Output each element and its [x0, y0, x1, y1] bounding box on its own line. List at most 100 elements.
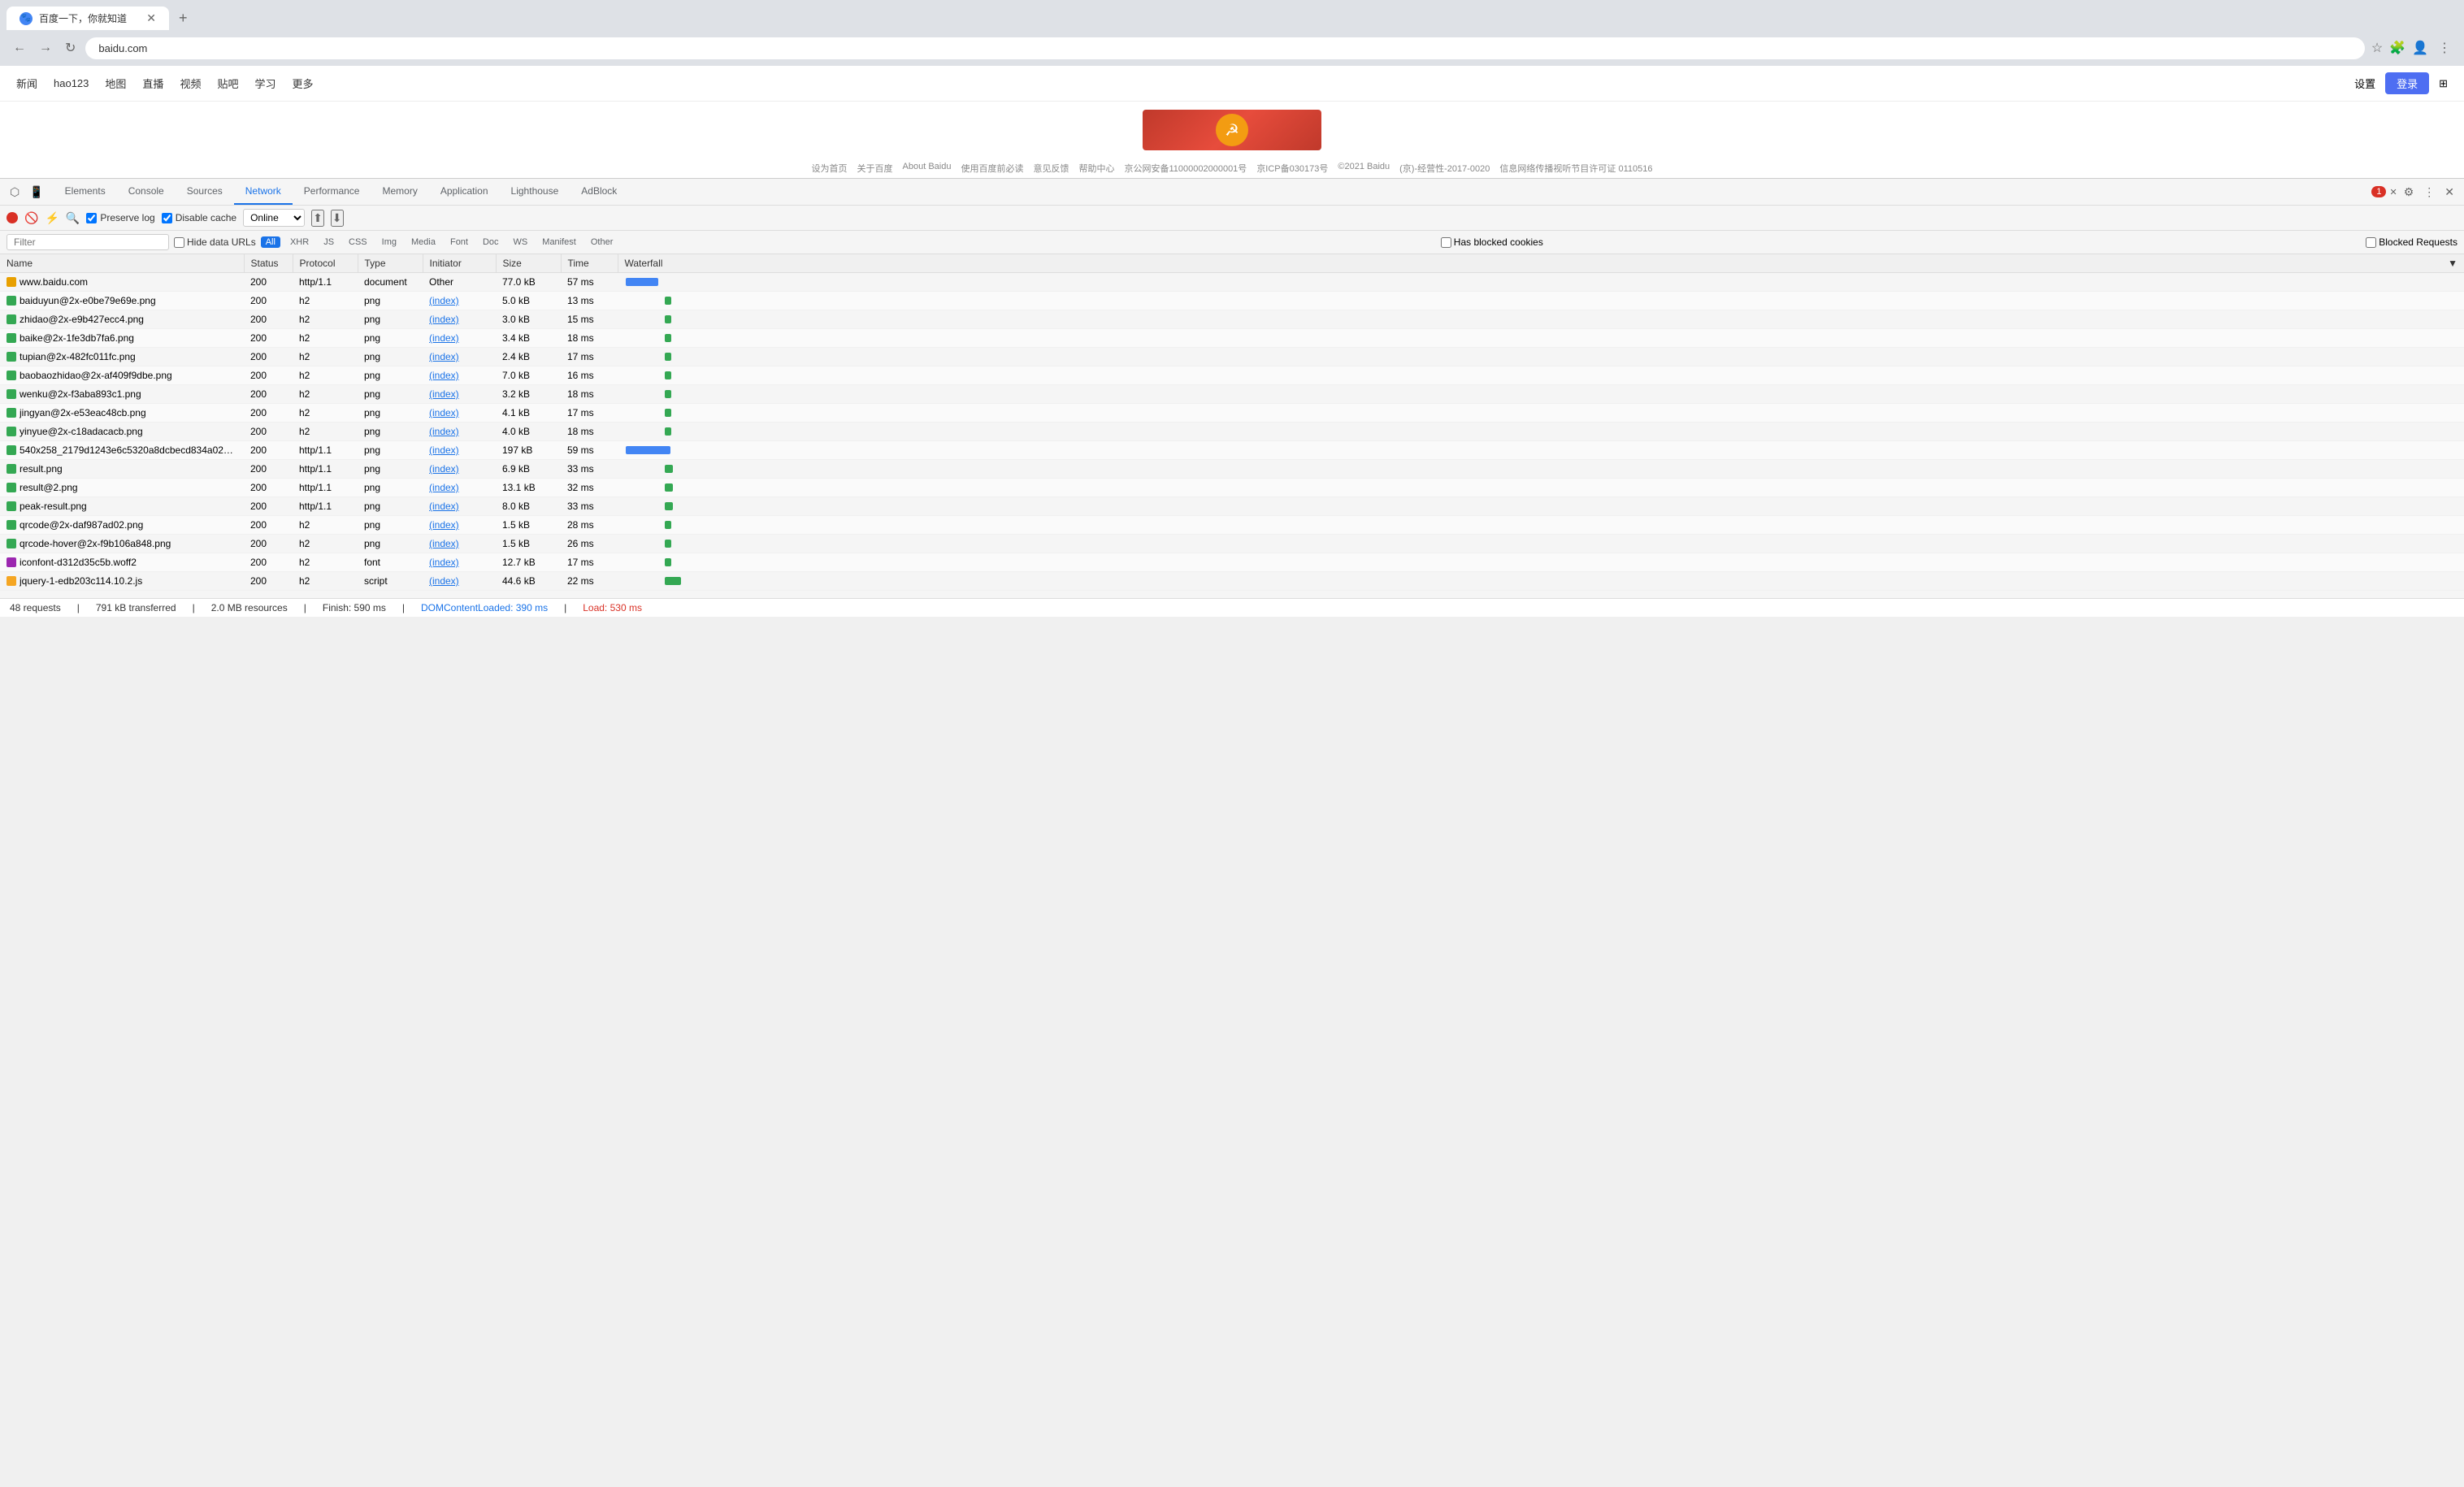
baidu-settings[interactable]: 设置 — [2354, 76, 2375, 91]
tab-close-button[interactable]: ✕ — [146, 11, 156, 25]
reload-button[interactable]: ↻ — [62, 37, 79, 59]
footer-help[interactable]: 帮助中心 — [1078, 162, 1114, 175]
extensions-button[interactable]: 🧩 — [2389, 40, 2405, 56]
filter-input[interactable] — [7, 234, 169, 250]
header-type[interactable]: Type — [358, 254, 423, 273]
footer-about-en[interactable]: About Baidu — [903, 162, 952, 175]
search-button[interactable]: 🔍 — [66, 211, 80, 225]
more-tools-button[interactable]: ⋮ — [2420, 182, 2438, 202]
browser-tab-active[interactable]: 🐾 百度一下，你就知道 ✕ — [7, 7, 169, 30]
tab-lighthouse[interactable]: Lighthouse — [500, 179, 570, 205]
hide-data-urls-checkbox[interactable] — [174, 237, 184, 248]
baidu-login-button[interactable]: 登录 — [2385, 72, 2429, 94]
filter-media-button[interactable]: Media — [406, 236, 440, 248]
nav-more[interactable]: 更多 — [292, 76, 313, 91]
initiator-link[interactable]: (index) — [429, 501, 459, 512]
header-status[interactable]: Status — [244, 254, 293, 273]
clear-button[interactable]: 🚫 — [24, 211, 38, 225]
table-row[interactable]: baobaozhidao@2x-af409f9dbe.png200h2png(i… — [0, 366, 2464, 385]
header-time[interactable]: Time — [561, 254, 618, 273]
filter-css-button[interactable]: CSS — [344, 236, 372, 248]
header-size[interactable]: Size — [496, 254, 561, 273]
filter-button[interactable]: ⚡ — [45, 211, 59, 225]
has-blocked-cookies-checkbox[interactable] — [1441, 237, 1451, 248]
initiator-link[interactable]: (index) — [429, 538, 459, 549]
table-row[interactable]: 540x258_2179d1243e6c5320a8dcbecd834a025d… — [0, 441, 2464, 460]
table-row[interactable]: qrcode@2x-daf987ad02.png200h2png(index)1… — [0, 516, 2464, 535]
hide-data-urls-label[interactable]: Hide data URLs — [174, 236, 256, 248]
table-row[interactable]: qrcode-hover@2x-f9b106a848.png200h2png(i… — [0, 535, 2464, 553]
initiator-link[interactable]: (index) — [429, 388, 459, 400]
has-blocked-cookies-label[interactable]: Has blocked cookies — [1441, 236, 1543, 248]
tab-adblock[interactable]: AdBlock — [570, 179, 628, 205]
footer-set-home[interactable]: 设为首页 — [812, 162, 848, 175]
footer-terms[interactable]: 使用百度前必读 — [961, 162, 1023, 175]
close-devtools-button[interactable]: ✕ — [2441, 182, 2457, 202]
initiator-link[interactable]: (index) — [429, 482, 459, 493]
table-row[interactable]: wenku@2x-f3aba893c1.png200h2png(index)3.… — [0, 385, 2464, 404]
nav-study[interactable]: 学习 — [254, 76, 275, 91]
filter-other-button[interactable]: Other — [586, 236, 618, 248]
initiator-link[interactable]: (index) — [429, 295, 459, 306]
tab-memory[interactable]: Memory — [371, 179, 428, 205]
tab-performance[interactable]: Performance — [293, 179, 371, 205]
throttling-select[interactable]: Online Fast 3G Slow 3G Offline — [243, 209, 305, 227]
export-har-button[interactable]: ⬇ — [331, 210, 344, 227]
table-row[interactable]: tupian@2x-482fc011fc.png200h2png(index)2… — [0, 348, 2464, 366]
filter-font-button[interactable]: Font — [445, 236, 473, 248]
new-tab-button[interactable]: + — [172, 7, 194, 30]
header-initiator[interactable]: Initiator — [423, 254, 496, 273]
tab-application[interactable]: Application — [429, 179, 500, 205]
initiator-link[interactable]: (index) — [429, 370, 459, 381]
header-waterfall[interactable]: Waterfall ▼ — [618, 254, 2464, 273]
nav-live[interactable]: 直播 — [142, 76, 163, 91]
header-protocol[interactable]: Protocol — [293, 254, 358, 273]
nav-map[interactable]: 地图 — [105, 76, 126, 91]
initiator-link[interactable]: (index) — [429, 332, 459, 344]
import-har-button[interactable]: ⬆ — [311, 210, 324, 227]
table-row[interactable]: jingyan@2x-e53eac48cb.png200h2png(index)… — [0, 404, 2464, 423]
table-row[interactable]: result.png200http/1.1png(index)6.9 kB33 … — [0, 460, 2464, 479]
filter-doc-button[interactable]: Doc — [478, 236, 504, 248]
table-row[interactable]: yinyue@2x-c18adacacb.png200h2png(index)4… — [0, 423, 2464, 441]
bookmark-button[interactable]: ☆ — [2371, 40, 2383, 56]
disable-cache-checkbox[interactable] — [162, 213, 172, 223]
preserve-log-label[interactable]: Preserve log — [86, 212, 154, 223]
nav-tieba[interactable]: 贴吧 — [217, 76, 238, 91]
table-row[interactable]: result@2.png200http/1.1png(index)13.1 kB… — [0, 479, 2464, 497]
filter-img-button[interactable]: Img — [377, 236, 401, 248]
filter-xhr-button[interactable]: XHR — [285, 236, 314, 248]
nav-hao123[interactable]: hao123 — [54, 77, 89, 89]
tab-sources[interactable]: Sources — [176, 179, 234, 205]
initiator-link[interactable]: (index) — [429, 444, 459, 456]
inspect-element-button[interactable]: ⬡ — [7, 182, 23, 202]
table-row[interactable]: baiduyun@2x-e0be79e69e.png200h2png(index… — [0, 292, 2464, 310]
filter-manifest-button[interactable]: Manifest — [537, 236, 581, 248]
nav-news[interactable]: 新闻 — [16, 76, 37, 91]
initiator-link[interactable]: (index) — [429, 557, 459, 568]
filter-js-button[interactable]: JS — [319, 236, 339, 248]
initiator-link[interactable]: (index) — [429, 407, 459, 418]
footer-about[interactable]: 关于百度 — [857, 162, 893, 175]
blocked-requests-checkbox[interactable] — [2366, 237, 2376, 248]
nav-video[interactable]: 视频 — [180, 76, 201, 91]
back-button[interactable]: ← — [10, 37, 29, 59]
table-row[interactable]: iconfont-d312d35c5b.woff2200h2font(index… — [0, 553, 2464, 572]
address-input[interactable] — [85, 37, 2364, 59]
tab-network[interactable]: Network — [234, 179, 293, 205]
initiator-link[interactable]: (index) — [429, 575, 459, 587]
initiator-link[interactable]: (index) — [429, 314, 459, 325]
initiator-link[interactable]: (index) — [429, 426, 459, 437]
device-toolbar-button[interactable]: 📱 — [26, 182, 46, 202]
blocked-requests-label[interactable]: Blocked Requests — [2366, 236, 2457, 248]
filter-all-button[interactable]: All — [261, 236, 280, 248]
header-name[interactable]: Name — [0, 254, 244, 273]
tab-elements[interactable]: Elements — [54, 179, 117, 205]
table-row[interactable]: jquery-1-edb203c114.10.2.js200h2script(i… — [0, 572, 2464, 591]
initiator-link[interactable]: (index) — [429, 519, 459, 531]
table-row[interactable]: peak-result.png200http/1.1png(index)8.0 … — [0, 497, 2464, 516]
user-account-button[interactable]: 👤 — [2412, 40, 2428, 56]
footer-feedback[interactable]: 意见反馈 — [1033, 162, 1069, 175]
table-row[interactable]: zhidao@2x-e9b427ecc4.png200h2png(index)3… — [0, 310, 2464, 329]
tab-console[interactable]: Console — [117, 179, 176, 205]
